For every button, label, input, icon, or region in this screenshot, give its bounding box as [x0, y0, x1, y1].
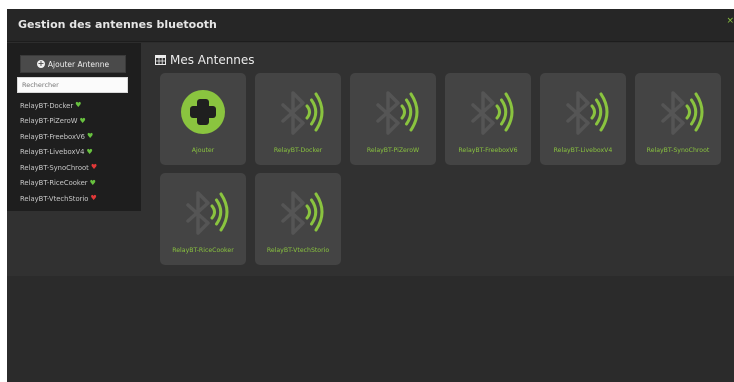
sidebar-item-antenna[interactable]: RelayBT-VtechStorio ♥ — [20, 191, 138, 207]
tile-label: Ajouter — [191, 147, 215, 154]
antenna-label: RelayBT-RiceCooker — [20, 179, 88, 188]
antenna-tile[interactable]: RelayBT-SynoChroot — [635, 73, 721, 165]
modal-title: Gestion des antennes bluetooth — [18, 18, 217, 31]
modal-window: Gestion des antennes bluetooth × + Ajout… — [7, 9, 734, 382]
bluetooth-signal-icon — [281, 191, 324, 235]
antenna-list: RelayBT-Docker ♥ RelayBT-PiZeroW ♥ RelayBT… — [20, 98, 138, 207]
antenna-tile[interactable]: RelayBT-FreeboxV6 — [445, 73, 531, 165]
antenna-tile[interactable]: RelayBT-VtechStorio — [255, 173, 341, 265]
sidebar-item-antenna[interactable]: RelayBT-PiZeroW ♥ — [20, 114, 138, 130]
bluetooth-signal-icon — [566, 91, 609, 135]
search-input[interactable] — [17, 77, 128, 93]
antenna-label: RelayBT-Docker — [20, 101, 74, 110]
bluetooth-signal-icon — [281, 91, 324, 135]
antenna-label: RelayBT-FreeboxV6 — [20, 132, 86, 141]
heart-icon: ♥ — [87, 132, 94, 141]
tile-label: RelayBT-Docker — [273, 147, 323, 154]
bluetooth-signal-icon — [186, 191, 229, 235]
heart-icon: ♥ — [79, 116, 86, 125]
plus-circle-icon: + — [36, 59, 45, 68]
tile-label: RelayBT-SynoChroot — [646, 147, 710, 154]
add-antenna-button[interactable]: + Ajouter Antenne — [20, 55, 126, 73]
tile-label: RelayBT-FreeboxV6 — [458, 147, 518, 154]
sidebar-item-antenna[interactable]: RelayBT-FreeboxV6 ♥ — [20, 129, 138, 145]
tile-label: RelayBT-LiveboxV4 — [553, 147, 613, 154]
add-antenna-label: Ajouter Antenne — [47, 59, 110, 69]
antenna-label: RelayBT-VtechStorio — [20, 194, 89, 203]
section-title: Mes Antennes — [155, 53, 255, 67]
bluetooth-signal-icon — [661, 91, 704, 135]
antenna-tile[interactable]: RelayBT-RiceCooker — [160, 173, 246, 265]
sidebar-item-antenna[interactable]: RelayBT-Docker ♥ — [20, 98, 138, 114]
heart-icon: ♥ — [75, 101, 82, 110]
antenna-label: RelayBT-PiZeroW — [20, 117, 78, 126]
tile-label: RelayBT-VtechStorio — [266, 247, 330, 254]
antenna-tile[interactable]: RelayBT-LiveboxV4 — [540, 73, 626, 165]
add-plus-icon — [181, 90, 225, 134]
antenna-label: RelayBT-SynoChroot — [20, 163, 89, 172]
sidebar-item-antenna[interactable]: RelayBT-RiceCooker ♥ — [20, 176, 138, 192]
sidebar-item-antenna[interactable]: RelayBT-SynoChroot ♥ — [20, 160, 138, 176]
sidebar-item-antenna[interactable]: RelayBT-LiveboxV4 ♥ — [20, 145, 138, 161]
modal-titlebar: Gestion des antennes bluetooth × — [7, 9, 734, 42]
bluetooth-signal-icon — [376, 91, 419, 135]
heart-icon: ♥ — [86, 147, 93, 156]
add-antenna-tile[interactable]: Ajouter — [160, 73, 246, 165]
antenna-tile[interactable]: RelayBT-PiZeroW — [350, 73, 436, 165]
heart-icon: ♥ — [89, 178, 96, 187]
modal-content: + Ajouter Antenne RelayBT-Docker♥ RelayB… — [7, 43, 734, 382]
tile-label: RelayBT-PiZeroW — [366, 147, 420, 154]
tile-label: RelayBT-RiceCooker — [172, 247, 234, 254]
antenna-label: RelayBT-LiveboxV4 — [20, 148, 85, 157]
sidebar: + Ajouter Antenne RelayBT-Docker♥ RelayB… — [7, 43, 141, 211]
broken-heart-icon: ♥ — [90, 194, 97, 203]
antenna-tile[interactable]: RelayBT-Docker — [255, 73, 341, 165]
broken-heart-icon: ♥ — [90, 163, 98, 172]
section-title-text: Mes Antennes — [170, 53, 255, 67]
close-icon[interactable]: × — [726, 17, 734, 26]
table-icon — [155, 55, 166, 65]
bluetooth-signal-icon — [471, 91, 514, 135]
